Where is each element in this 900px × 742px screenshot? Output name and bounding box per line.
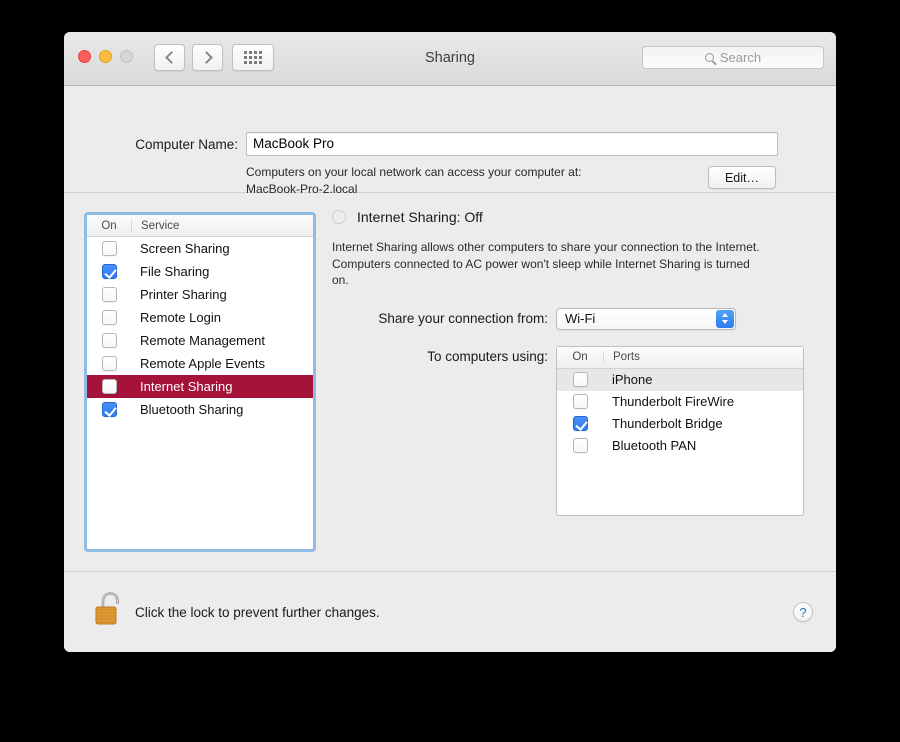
service-checkbox-cell <box>87 333 131 348</box>
service-label: Remote Login <box>140 310 221 325</box>
remote-apple-events-checkbox[interactable] <box>101 356 117 371</box>
table-row[interactable]: File Sharing <box>87 260 313 283</box>
printer-sharing-checkbox[interactable] <box>101 287 117 302</box>
service-checkbox-cell <box>87 264 131 279</box>
computer-name-label: Computer Name: <box>135 136 238 152</box>
share-connection-label: Share your connection from: <box>378 311 548 326</box>
service-header-on: On <box>101 219 117 232</box>
port-checkbox-cell <box>557 416 603 431</box>
service-checkbox-cell <box>87 241 131 256</box>
table-row[interactable]: Screen Sharing <box>87 237 313 260</box>
remote-login-checkbox[interactable] <box>101 310 117 325</box>
lock-bar: Click the lock to prevent further change… <box>64 571 836 652</box>
list-item[interactable]: iPhone <box>557 368 803 391</box>
status-badge: Internet Sharing: Off <box>357 209 483 225</box>
thunderbolt-bridge-port-checkbox[interactable] <box>572 416 588 431</box>
service-checkbox-cell <box>87 402 131 417</box>
iphone-port-checkbox[interactable] <box>572 372 588 387</box>
screen-sharing-checkbox[interactable] <box>101 241 117 256</box>
help-button[interactable]: ? <box>793 602 813 622</box>
local-network-line: Computers on your local network can acce… <box>246 165 582 179</box>
bluetooth-sharing-checkbox[interactable] <box>101 402 117 417</box>
service-label: Screen Sharing <box>140 241 230 256</box>
service-list[interactable]: On Service Screen Sharing File Sharing P… <box>84 212 316 552</box>
service-label: Bluetooth Sharing <box>140 402 244 417</box>
port-checkbox-cell <box>557 394 603 409</box>
unlocked-padlock-icon[interactable] <box>93 590 125 628</box>
service-checkbox-cell <box>87 310 131 325</box>
port-label: Thunderbolt FireWire <box>612 394 735 409</box>
service-label: File Sharing <box>140 264 210 279</box>
table-row[interactable]: Remote Apple Events <box>87 352 313 375</box>
table-row[interactable]: Remote Login <box>87 306 313 329</box>
internet-sharing-toggle-checkbox[interactable] <box>332 210 346 224</box>
to-computers-label: To computers using: <box>427 348 548 364</box>
service-detail-pane: Internet Sharing: Off Internet Sharing a… <box>332 203 822 516</box>
main-content: On Service Screen Sharing File Sharing P… <box>64 193 836 571</box>
lock-instruction-text: Click the lock to prevent further change… <box>135 605 380 620</box>
service-checkbox-cell <box>87 379 131 394</box>
remote-management-checkbox[interactable] <box>101 333 117 348</box>
service-label: Remote Management <box>140 333 266 348</box>
share-connection-value: Wi-Fi <box>565 311 596 326</box>
chevron-updown-icon[interactable] <box>716 309 734 328</box>
computer-name-section: Computer Name: MacBook Pro Computers on … <box>64 86 836 196</box>
port-checkbox-cell <box>557 438 603 453</box>
port-label: Thunderbolt Bridge <box>612 416 723 431</box>
port-label: Bluetooth PAN <box>612 438 697 453</box>
service-label: Internet Sharing <box>140 379 233 394</box>
list-item[interactable]: Thunderbolt Bridge <box>557 413 803 435</box>
list-item[interactable]: Bluetooth PAN <box>557 435 803 457</box>
internet-sharing-description: Internet Sharing allows other computers … <box>332 240 760 287</box>
table-row-selected[interactable]: Internet Sharing <box>87 375 313 398</box>
table-row[interactable]: Bluetooth Sharing <box>87 398 313 421</box>
port-label: iPhone <box>612 372 653 387</box>
service-label: Remote Apple Events <box>140 356 266 371</box>
ports-header-ports: Ports <box>603 351 803 363</box>
service-header-service: Service <box>131 219 313 232</box>
thunderbolt-firewire-port-checkbox[interactable] <box>572 394 588 409</box>
file-sharing-checkbox[interactable] <box>101 264 117 279</box>
service-list-header: On Service <box>87 215 313 237</box>
bluetooth-pan-port-checkbox[interactable] <box>572 438 588 453</box>
search-placeholder: Search <box>719 50 762 65</box>
computer-name-field[interactable]: MacBook Pro <box>246 132 778 156</box>
search-input[interactable]: Search <box>642 46 824 69</box>
edit-button[interactable]: Edit… <box>708 166 776 189</box>
table-row[interactable]: Printer Sharing <box>87 283 313 306</box>
internet-sharing-checkbox[interactable] <box>101 379 117 394</box>
ports-table[interactable]: On Ports iPhone Thunderbolt FireWire Thu… <box>556 345 804 516</box>
share-connection-select[interactable]: Wi-Fi <box>556 307 736 330</box>
service-checkbox-cell <box>87 287 131 302</box>
sharing-preferences-window: Sharing Search Computer Name: MacBook Pr… <box>64 32 836 652</box>
internet-sharing-status-row: Internet Sharing: Off <box>332 209 822 225</box>
computer-name-row: Computer Name: MacBook Pro <box>64 132 836 156</box>
ports-table-header: On Ports <box>557 346 803 369</box>
search-icon <box>704 53 714 62</box>
list-item[interactable]: Thunderbolt FireWire <box>557 391 803 413</box>
share-connection-row: Share your connection from: Wi-Fi <box>332 307 822 330</box>
ports-header-on: On <box>572 351 588 363</box>
service-checkbox-cell <box>87 356 131 371</box>
service-label: Printer Sharing <box>140 287 227 302</box>
port-checkbox-cell <box>557 372 603 387</box>
window-titlebar: Sharing Search <box>64 32 836 86</box>
to-computers-row: To computers using: On Ports iPhone Thun… <box>332 345 822 516</box>
table-row[interactable]: Remote Management <box>87 329 313 352</box>
